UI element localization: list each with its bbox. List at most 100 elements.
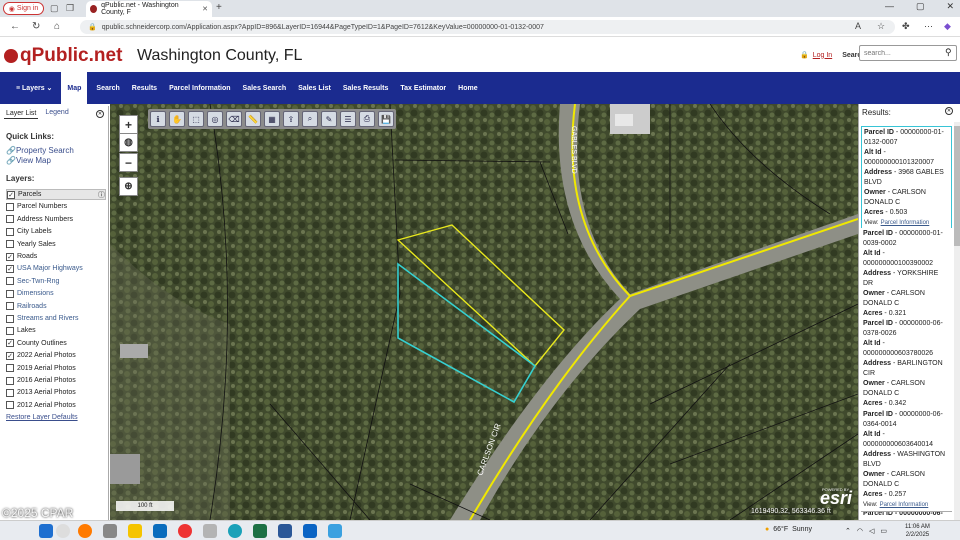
grid-icon[interactable]: ▦ (264, 111, 280, 127)
file-explorer-icon[interactable] (128, 524, 142, 538)
layer-checkbox[interactable] (6, 376, 14, 385)
print-icon[interactable]: ⎙ (359, 111, 375, 127)
battery-icon[interactable]: ▭ (880, 527, 887, 535)
results-scrollbar-thumb[interactable] (954, 126, 960, 246)
extensions-icon[interactable]: ✤ (902, 21, 910, 32)
layer-row[interactable]: Streams and Rivers (6, 313, 106, 324)
layer-checkbox[interactable] (6, 302, 14, 311)
layer-row[interactable]: Sec-Twn-Rng (6, 276, 106, 287)
tab-legend[interactable]: Legend (45, 109, 68, 119)
close-window-icon[interactable]: ✕ (946, 1, 954, 12)
map-view[interactable]: CARLSON CIR GABLES BLVD ℹ ✋ ⬚ ◎ ⌫ 📏 ▦ ⇪ … (110, 104, 858, 520)
layer-row[interactable]: Address Numbers (6, 214, 106, 225)
layer-checkbox[interactable] (6, 202, 14, 211)
nav-tax-estimator[interactable]: Tax Estimator (394, 72, 452, 104)
info-icon[interactable]: ⓘ (98, 190, 105, 200)
layer-row[interactable]: ✓ Roads (6, 251, 106, 262)
restore-layer-defaults-link[interactable]: Restore Layer Defaults (6, 414, 78, 421)
app-icon[interactable] (103, 524, 117, 538)
firefox-icon[interactable] (78, 524, 92, 538)
weather-widget[interactable]: ● 66°F Sunny (765, 526, 812, 533)
find-icon[interactable]: ⌕ (302, 111, 318, 127)
clock[interactable]: 11:06 AM 2/2/2025 (905, 523, 930, 539)
layer-row[interactable]: 2013 Aerial Photos (6, 387, 106, 398)
locate-icon[interactable]: ⊕ (119, 177, 138, 196)
layer-row[interactable]: Parcel Numbers (6, 201, 106, 212)
layer-checkbox[interactable]: ✓ (6, 351, 14, 360)
layer-row[interactable]: Lakes (6, 325, 106, 336)
volume-icon[interactable]: ◁ (869, 527, 874, 535)
result-card[interactable]: Parcel ID - 00000000-01-0039-0002 Alt Id … (861, 228, 952, 331)
layer-checkbox[interactable] (6, 240, 14, 249)
layer-row[interactable]: ✓ 2022 Aerial Photos (6, 350, 106, 361)
select-icon[interactable]: ⬚ (188, 111, 204, 127)
refresh-icon[interactable]: ↻ (32, 21, 40, 32)
close-tab-icon[interactable]: ✕ (202, 5, 208, 13)
nav-results[interactable]: Results (126, 72, 163, 104)
search-icon[interactable]: ⚲ (945, 47, 952, 58)
property-search-link[interactable]: 🔗Property Search (6, 146, 74, 155)
globe-icon[interactable]: ◍ (119, 133, 138, 152)
nav-search[interactable]: Search (90, 72, 125, 104)
result-card[interactable]: Parcel ID - 00000000-06-0378-0026 Alt Id … (861, 318, 952, 421)
export-icon[interactable]: ⇪ (283, 111, 299, 127)
layer-checkbox[interactable]: ✓ (6, 252, 14, 261)
new-tab-button[interactable]: + (216, 2, 222, 13)
layer-checkbox[interactable] (6, 215, 14, 224)
draw-icon[interactable]: ✎ (321, 111, 337, 127)
zoom-out-button[interactable]: − (119, 153, 138, 172)
login-link[interactable]: Log In (813, 52, 832, 59)
result-card[interactable]: Parcel ID - 00000000-06-0364-0014 Alt Id … (861, 409, 952, 512)
store-icon[interactable] (153, 524, 167, 538)
layer-checkbox[interactable] (6, 401, 14, 410)
layer-row[interactable]: 2016 Aerial Photos (6, 375, 106, 386)
tabs-icon[interactable]: ❐ (66, 3, 74, 14)
app-icon[interactable] (328, 524, 342, 538)
parcel-information-link[interactable]: Parcel Information (881, 220, 930, 226)
app-icon[interactable] (203, 524, 217, 538)
layer-checkbox[interactable] (6, 227, 14, 236)
chevron-up-icon[interactable]: ⌃ (845, 527, 851, 535)
layer-checkbox[interactable]: ✓ (7, 190, 15, 199)
parcel-information-link[interactable]: Parcel Information (880, 502, 929, 508)
close-panel-icon[interactable]: ✕ (96, 110, 104, 118)
layer-checkbox[interactable] (6, 364, 14, 373)
layer-row[interactable]: ✓ Parcels ⓘ (6, 189, 106, 200)
layers-icon[interactable]: ☰ (340, 111, 356, 127)
nav-home[interactable]: Home (452, 72, 483, 104)
word-icon[interactable] (278, 524, 292, 538)
zoom-in-button[interactable]: + (119, 115, 138, 134)
erase-icon[interactable]: ⌫ (226, 111, 242, 127)
close-results-icon[interactable]: ✕ (945, 107, 953, 115)
read-aloud-icon[interactable]: A (855, 21, 861, 31)
layer-checkbox[interactable] (6, 388, 14, 397)
back-icon[interactable]: ← (10, 21, 20, 32)
outlook-icon[interactable] (303, 524, 317, 538)
edge-icon[interactable] (228, 524, 242, 538)
save-icon[interactable]: 💾 (378, 111, 394, 127)
browser-tab[interactable]: qPublic.net - Washington County, F ✕ (86, 1, 212, 17)
chrome-icon[interactable] (178, 524, 192, 538)
identify-icon[interactable]: ℹ (150, 111, 166, 127)
tab-actions-icon[interactable]: ▢ (50, 3, 59, 14)
result-card[interactable]: Parcel ID - 00000000-01-0132-0007 Alt Id … (861, 126, 952, 230)
layer-row[interactable]: ✓ County Outlines (6, 338, 106, 349)
wifi-icon[interactable]: ◠ (857, 527, 863, 535)
aerial-map[interactable]: CARLSON CIR GABLES BLVD (110, 104, 858, 520)
layer-row[interactable]: 2012 Aerial Photos (6, 400, 106, 411)
nav-map[interactable]: Map (61, 72, 88, 104)
layer-checkbox[interactable] (6, 326, 14, 335)
more-icon[interactable]: ⋯ (924, 21, 933, 32)
excel-icon[interactable] (253, 524, 267, 538)
url-field[interactable]: 🔒 qpublic.schneidercorp.com/Application.… (80, 20, 895, 34)
layer-row[interactable]: Dimensions (6, 288, 106, 299)
layer-row[interactable]: ✓ USA Major Highways (6, 263, 106, 274)
measure-icon[interactable]: 📏 (245, 111, 261, 127)
layer-checkbox[interactable]: ✓ (6, 264, 14, 273)
nav-sales-list[interactable]: Sales List (292, 72, 337, 104)
minimize-icon[interactable]: — (885, 1, 894, 12)
search-input[interactable] (859, 45, 957, 61)
maximize-icon[interactable]: ▢ (916, 1, 925, 12)
layer-checkbox[interactable]: ✓ (6, 339, 14, 348)
layer-row[interactable]: Yearly Sales (6, 239, 106, 250)
